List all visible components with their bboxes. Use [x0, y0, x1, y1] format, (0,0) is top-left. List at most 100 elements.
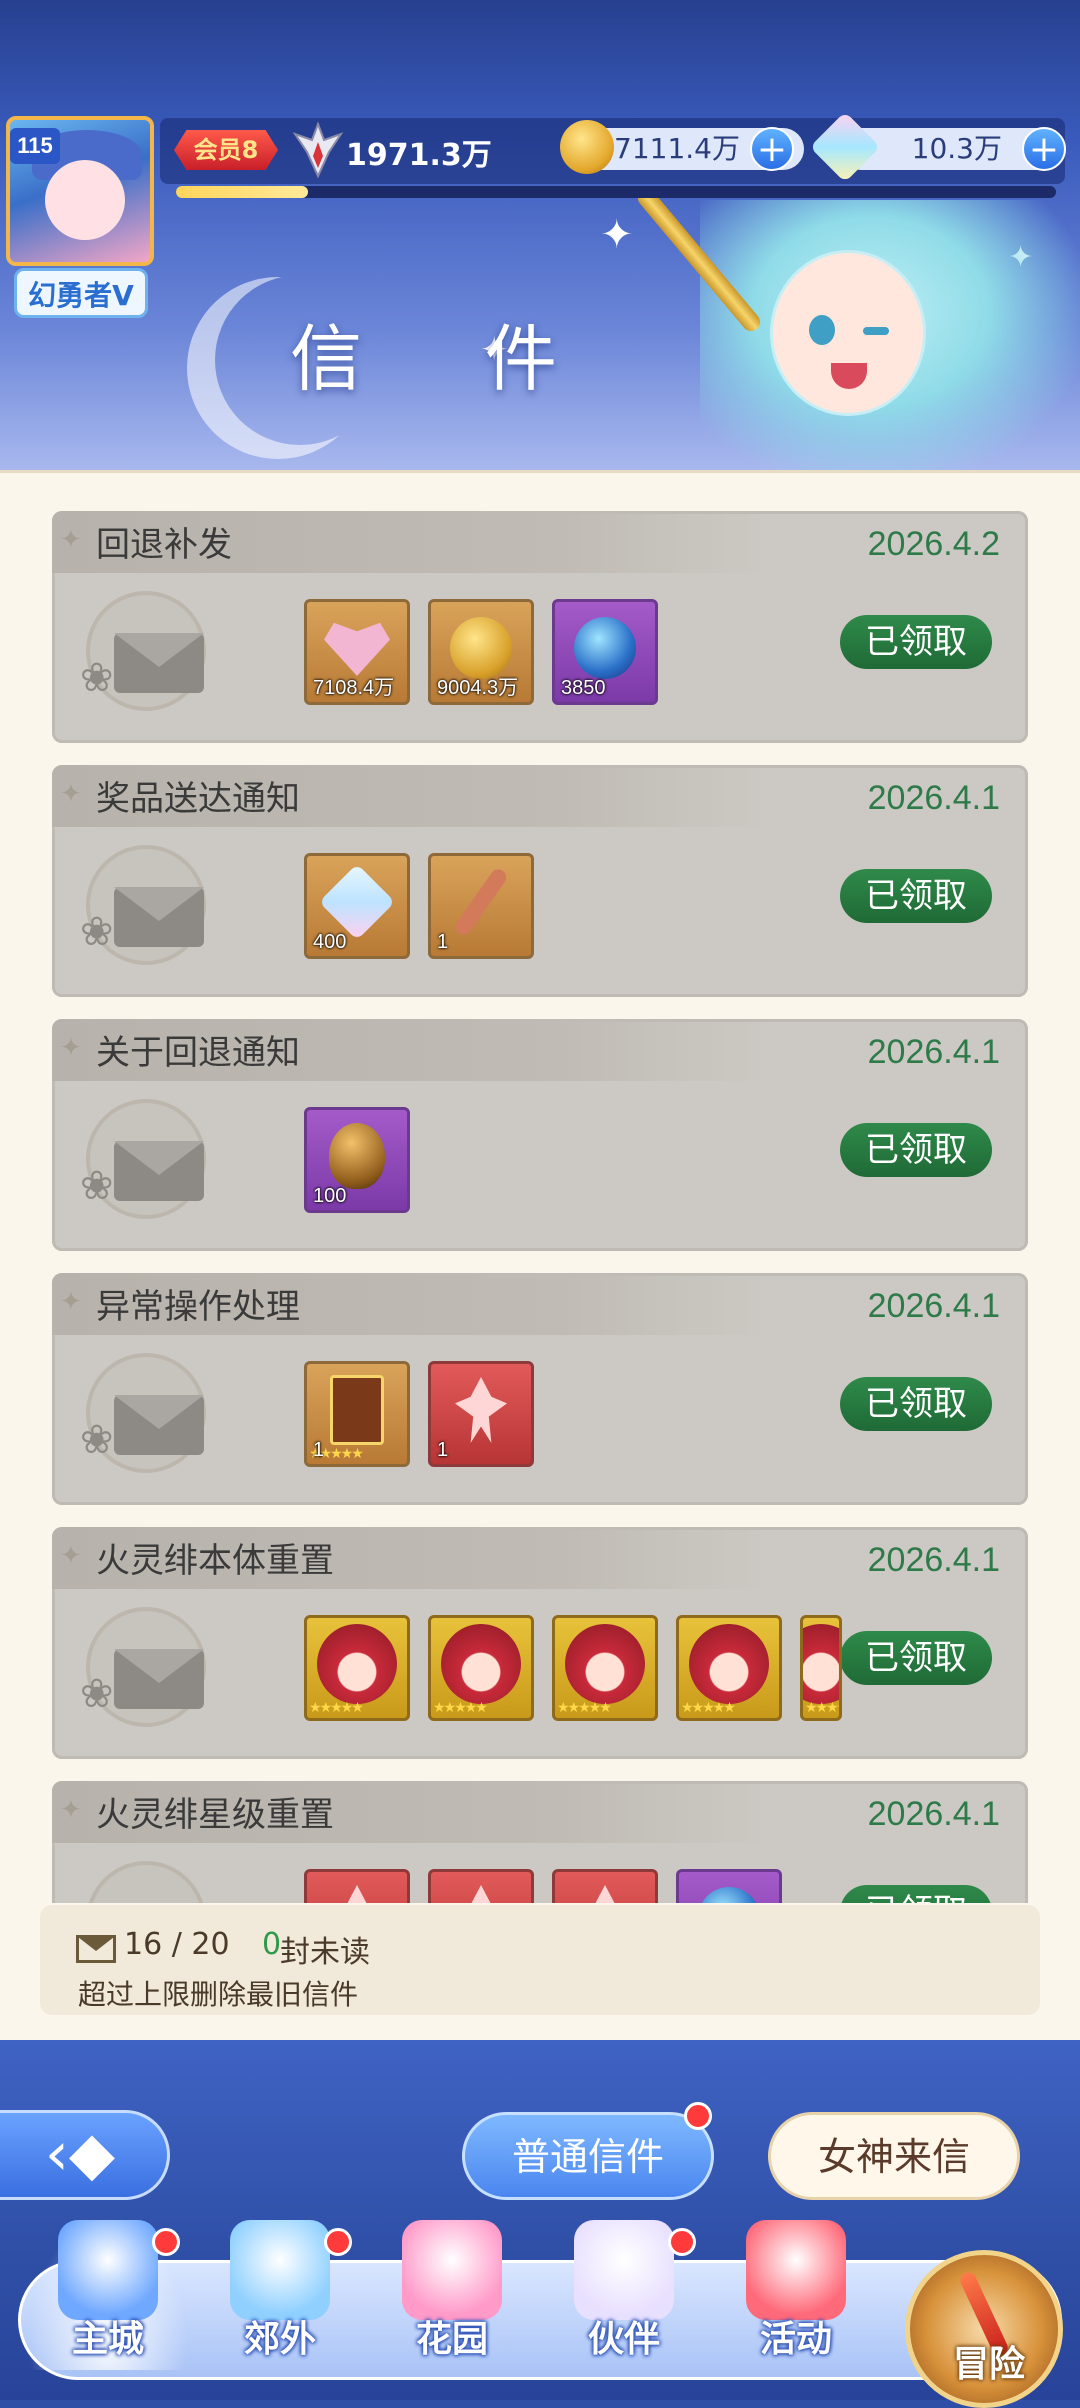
star-rating-icon: ★★★★★ [681, 1700, 736, 1716]
item-quantity: 1 [437, 1439, 449, 1461]
reward-item[interactable]: 9004.3万 [428, 599, 534, 705]
claimed-button[interactable]: 已领取 [840, 1885, 992, 1903]
back-button[interactable]: ‹◆ [0, 2110, 170, 2200]
nav-label: 冒险 [952, 2344, 1025, 2385]
mail-title: 异常操作处理 [96, 1287, 300, 1327]
reward-item[interactable]: 1 [428, 1361, 534, 1467]
reward-item[interactable]: 3850 [552, 599, 658, 705]
unread-label: 封未读 [280, 1935, 370, 1970]
bottom-area: ‹◆ 普通信件 女神来信 主城 郊外 花园 伙伴 活动 冒险 [0, 2040, 1080, 2408]
character-face [770, 250, 926, 416]
item-quantity: 3850 [561, 677, 606, 699]
mail-card[interactable]: ✦ 回退补发 2026.4.2 ❀ 已领取 7108.4万 9004.3万 3850 [52, 511, 1028, 743]
heart-item-icon [324, 622, 390, 676]
mail-date: 2026.4.1 [867, 1287, 1000, 1325]
star-decoration-icon: ✦ [60, 1795, 82, 1825]
reward-item[interactable]: ★★★★★ [304, 1615, 410, 1721]
mail-panel: ✦ 回退补发 2026.4.2 ❀ 已领取 7108.4万 9004.3万 3850… [0, 470, 1080, 2043]
reward-item[interactable] [676, 1869, 782, 1903]
mail-card[interactable]: ✦ 异常操作处理 2026.4.1 ❀ 已领取 ★★★★★ 1 1 [52, 1273, 1028, 1505]
reward-item[interactable]: 1 [428, 853, 534, 959]
diamond-gem-icon [318, 863, 396, 941]
mail-title: 火灵绯本体重置 [96, 1541, 334, 1581]
item-quantity: 1 [313, 1439, 325, 1461]
item-quantity: 100 [313, 1185, 347, 1207]
reward-item[interactable]: ★★★★★ [676, 1615, 782, 1721]
tab-goddess-mail[interactable]: 女神来信 [768, 2112, 1020, 2200]
nav-item-heart-garden[interactable]: 花园 [372, 2220, 532, 2370]
reward-item[interactable]: 400 [304, 853, 410, 959]
fairy-card-icon [579, 1885, 631, 1903]
exp-progress-bar [176, 186, 1056, 198]
back-arrow-icon: ‹◆ [44, 2119, 116, 2189]
item-quantity: 7108.4万 [313, 677, 395, 699]
mail-envelope-icon: ❀ [80, 1607, 206, 1727]
crystal-ball-icon [574, 617, 636, 679]
claimed-button[interactable]: 已领取 [840, 1631, 992, 1685]
mail-card[interactable]: ✦ 火灵绯星级重置 2026.4.1 ❀ 已领取 [52, 1781, 1028, 1903]
hero-portrait-icon [317, 1624, 397, 1704]
nav-item-gift-box[interactable]: 活动 [716, 2220, 876, 2370]
mail-footer-info: 16 / 20 0 封未读 超过上限删除最旧信件 [40, 1905, 1040, 2015]
notification-dot [668, 2228, 696, 2256]
reward-item[interactable]: ★★★★★ 1 [304, 1361, 410, 1467]
combat-power-value: 1971.3万 [346, 138, 492, 173]
notification-dot [152, 2228, 180, 2256]
star-decoration-icon: ✦ [60, 1287, 82, 1317]
header-banner: ✦ ✦ ✦ 信 件 115 幻勇者V 会员8 1971.3万 7111.4万 +… [0, 0, 1080, 470]
mail-card[interactable]: ✦ 火灵绯本体重置 2026.4.1 ❀ 已领取 ★★★★★ ★★★★★ ★★★★★… [52, 1527, 1028, 1759]
reward-item[interactable]: 7108.4万 [304, 599, 410, 705]
nav-item-portal[interactable]: 郊外 [200, 2220, 360, 2370]
hero-portrait-icon [689, 1624, 769, 1704]
gold-coin-icon [560, 120, 614, 174]
star-decoration-icon: ✦ [60, 1033, 82, 1063]
tab-normal-mail[interactable]: 普通信件 [462, 2112, 714, 2200]
mail-envelope-icon: ❀ [80, 1353, 206, 1473]
reward-item[interactable]: ★★★★★ [800, 1615, 842, 1721]
nav-label: 活动 [759, 2319, 832, 2360]
star-decoration-icon: ✦ [60, 525, 82, 555]
claimed-button[interactable]: 已领取 [840, 615, 992, 669]
nav-label: 伙伴 [587, 2319, 660, 2360]
star-rating-icon: ★★★★★ [805, 1700, 839, 1716]
claimed-button[interactable]: 已领取 [840, 1123, 992, 1177]
fairy-card-icon [455, 1377, 507, 1443]
hero-portrait-icon [803, 1624, 839, 1704]
reward-item[interactable]: ★★★★★ [428, 1615, 534, 1721]
castle-icon [58, 2220, 158, 2320]
fairy-card-icon [331, 1885, 383, 1903]
mail-title: 奖品送达通知 [96, 779, 300, 819]
mail-title: 关于回退通知 [96, 1033, 300, 1073]
claimed-button[interactable]: 已领取 [840, 869, 992, 923]
reward-item[interactable] [428, 1869, 534, 1903]
mail-card[interactable]: ✦ 奖品送达通知 2026.4.1 ❀ 已领取 400 1 [52, 765, 1028, 997]
star-decoration-icon: ✦ [60, 779, 82, 809]
star-rating-icon: ★★★★★ [309, 1700, 364, 1716]
unread-count: 0 [262, 1927, 282, 1962]
player-name: 幻勇者V [14, 268, 148, 318]
add-gold-button[interactable]: + [750, 127, 794, 171]
reward-item[interactable] [552, 1869, 658, 1903]
reward-item[interactable]: ★★★★★ [552, 1615, 658, 1721]
add-diamond-button[interactable]: + [1022, 127, 1066, 171]
nav-adventure[interactable]: 冒险 [905, 2250, 1063, 2408]
mail-list[interactable]: ✦ 回退补发 2026.4.2 ❀ 已领取 7108.4万 9004.3万 3850… [50, 511, 1030, 1903]
mail-envelope-icon: ❀ [80, 1099, 206, 1219]
reward-item[interactable]: 100 [304, 1107, 410, 1213]
nav-label: 郊外 [243, 2319, 316, 2360]
nav-label: 花园 [415, 2319, 488, 2360]
mail-card[interactable]: ✦ 关于回退通知 2026.4.1 ❀ 已领取 100 [52, 1019, 1028, 1251]
staff-item-icon [452, 866, 510, 938]
nav-item-castle[interactable]: 主城 [28, 2220, 188, 2370]
nav-item-partner-avatar[interactable]: 伙伴 [544, 2220, 704, 2370]
claimed-button[interactable]: 已领取 [840, 1377, 992, 1431]
heart-garden-icon [402, 2220, 502, 2320]
character-card-icon [330, 1375, 384, 1445]
vip-badge[interactable]: 会员8 [174, 130, 278, 170]
reward-item[interactable] [304, 1869, 410, 1903]
fairy-card-icon [455, 1885, 507, 1903]
star-rating-icon: ★★★★★ [557, 1700, 612, 1716]
ore-item-icon [329, 1123, 385, 1189]
mail-envelope-icon: ❀ [80, 591, 206, 711]
page-title: 信 件 [290, 317, 607, 401]
